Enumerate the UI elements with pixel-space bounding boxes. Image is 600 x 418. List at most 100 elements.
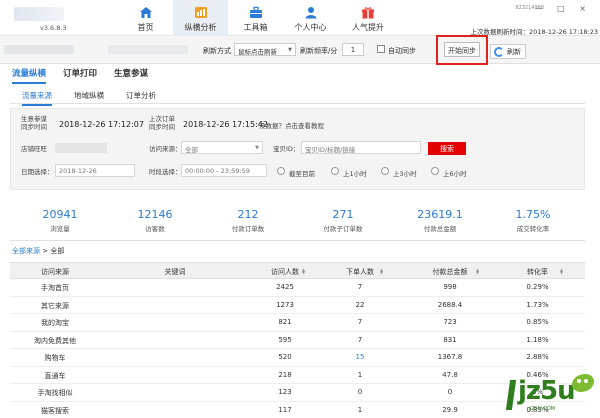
tutorial-link[interactable]: 没数据？点击查看教程 bbox=[259, 122, 324, 130]
radio-last-6h[interactable] bbox=[431, 167, 439, 175]
stat-value: 212 bbox=[237, 208, 259, 221]
cell-source: 手淘找相似 bbox=[37, 389, 73, 397]
nav-home[interactable]: 首页 bbox=[118, 0, 173, 36]
refresh-button-label: 刷新 bbox=[507, 48, 521, 56]
stat-label: 付款订单数 bbox=[231, 225, 265, 233]
divider bbox=[10, 240, 585, 241]
watermark-logo: jz5u JZ5U.COM bbox=[500, 374, 596, 416]
account-redacted bbox=[108, 45, 188, 54]
cell-conversion: 0.29% bbox=[526, 283, 549, 291]
stat-visitors: 12146 访客数 bbox=[115, 208, 195, 233]
radio-last-6h-label: 上6小时 bbox=[443, 170, 467, 178]
refresh-rate-input[interactable]: 1 bbox=[342, 43, 364, 56]
stat-paid-orders: 212 付款订单数 bbox=[208, 208, 288, 233]
sort-icon[interactable]: ▲ ▼ bbox=[560, 268, 563, 275]
table-row[interactable]: 购物车 520 15 1367.8 2.88% bbox=[10, 349, 585, 367]
stat-page-views: 20941 浏览量 bbox=[20, 208, 100, 233]
date-picker[interactable]: 2018-12-26 bbox=[55, 164, 135, 177]
table-row[interactable]: 其它来源 1273 22 2688.4 1.73% bbox=[10, 297, 585, 314]
cell-visitors: 123 bbox=[278, 388, 292, 396]
source-label: 访问来源： bbox=[149, 145, 182, 153]
table-row[interactable]: 直通车 218 1 47.8 0.46% bbox=[10, 367, 585, 384]
cell-buyers: 7 bbox=[357, 283, 363, 291]
user-icon bbox=[305, 7, 316, 19]
cell-buyers: 15 bbox=[355, 353, 365, 361]
order-sync-time: 2018-12-26 17:15:42 bbox=[183, 120, 268, 129]
cell-buyers: 22 bbox=[355, 300, 365, 309]
table-row[interactable]: 手淘找相似 123 0 0 0% bbox=[10, 384, 585, 402]
time-label: 时段选择： bbox=[149, 168, 182, 176]
nav-user-center[interactable]: 个人中心 bbox=[283, 0, 338, 36]
table-header: 访问来源 关键词 访问人数 ▲ ▼ 下单人数 ▲ ▼ 付款总金额 ▲ ▼ 转化率 ▲ ▼ bbox=[10, 262, 585, 279]
stat-value: 23619.1 bbox=[417, 208, 463, 221]
stat-label: 浏览量 bbox=[50, 225, 70, 233]
radio-last-3h-label: 上3小时 bbox=[393, 170, 417, 178]
radio-until-now-label: 截至目前 bbox=[289, 170, 315, 178]
radio-until-now[interactable] bbox=[277, 167, 285, 175]
nav-analysis[interactable]: 纵横分析 bbox=[173, 0, 228, 36]
stat-conversion-rate: 1.75% 成交转化率 bbox=[493, 208, 573, 233]
time-range-picker[interactable]: 00:00:00 - 23:59:59 bbox=[181, 164, 267, 177]
divider bbox=[10, 103, 585, 104]
chevron-down-icon: ▼ bbox=[288, 47, 292, 53]
cell-conversion: 2.88% bbox=[526, 353, 549, 361]
tab-business-advisor[interactable]: 生意参谋 bbox=[114, 67, 148, 84]
auto-sync-checkbox[interactable] bbox=[377, 45, 385, 53]
cell-paid-amount: 0 bbox=[447, 388, 453, 396]
refresh-button[interactable]: 刷新 bbox=[490, 44, 526, 59]
refresh-mode-select[interactable]: 鼠标点击刷新 ▼ bbox=[234, 43, 296, 56]
nav-toolbox[interactable]: 工具箱 bbox=[228, 0, 283, 36]
stat-label: 成交转化率 bbox=[516, 225, 550, 233]
shop-name-redacted-field bbox=[55, 143, 107, 153]
cell-source: 其它来源 bbox=[41, 301, 69, 310]
search-button[interactable]: 搜索 bbox=[428, 142, 466, 155]
stat-paid-sub-orders: 271 付款子订单数 bbox=[303, 208, 383, 233]
sort-icon[interactable]: ▲ ▼ bbox=[380, 268, 383, 275]
col-buyers[interactable]: 下单人数 bbox=[340, 267, 380, 277]
col-keyword: 关键词 bbox=[164, 268, 186, 276]
chat-bubble-icon bbox=[572, 374, 594, 392]
sort-icon[interactable]: ▲ ▼ bbox=[302, 268, 305, 275]
cell-source: 直通车 bbox=[44, 371, 66, 380]
start-sync-button[interactable]: 开始同步 bbox=[444, 42, 480, 57]
refresh-mode-label: 刷新方式 bbox=[203, 47, 231, 55]
cell-paid-amount: 1367.8 bbox=[437, 353, 463, 361]
cell-source: 我的淘宝 bbox=[41, 319, 69, 327]
breadcrumb-current: > 全部 bbox=[42, 247, 65, 255]
top-nav-bar: v3.6.8.3 首页 纵横分析 工具箱 个人中心 人气提升 823214988… bbox=[0, 0, 600, 36]
cell-buyers: 7 bbox=[357, 318, 363, 326]
item-id-input[interactable]: 宝贝ID/标题/链接 bbox=[301, 141, 421, 154]
breadcrumb-all-sources[interactable]: 全部来源 bbox=[12, 247, 40, 255]
source-select[interactable]: 全部 ▼ bbox=[181, 141, 263, 154]
start-sync-highlight: 开始同步 bbox=[436, 35, 488, 65]
cell-paid-amount: 2688.4 bbox=[437, 300, 463, 309]
cell-visitors: 1273 bbox=[276, 300, 294, 309]
refresh-rate-label: 刷新频率/分 bbox=[300, 47, 338, 55]
auto-sync-label: 自动同步 bbox=[388, 47, 416, 55]
item-id-placeholder: 宝贝ID/标题/链接 bbox=[305, 146, 356, 154]
stat-value: 12146 bbox=[137, 208, 173, 221]
nav-analysis-label: 纵横分析 bbox=[184, 23, 217, 32]
cell-paid-amount: 998 bbox=[443, 283, 457, 291]
chevron-down-icon: ▼ bbox=[255, 145, 259, 151]
table-row[interactable]: 手淘首页 2425 7 998 0.29% bbox=[10, 279, 585, 297]
col-paid-amount[interactable]: 付款总金额 bbox=[420, 267, 480, 277]
table-row[interactable]: 我的淘宝 821 7 723 0.85% bbox=[10, 314, 585, 332]
item-id-label: 宝贝ID： bbox=[273, 145, 300, 153]
col-conversion[interactable]: 转化率 bbox=[510, 267, 565, 277]
table-row[interactable]: 淘内免费其他 595 7 831 1.18% bbox=[10, 332, 585, 349]
window-controls[interactable]: — □ × bbox=[535, 4, 592, 13]
cell-buyers: 1 bbox=[357, 405, 363, 414]
tab-order-print[interactable]: 订单打印 bbox=[63, 67, 97, 84]
tab-traffic[interactable]: 流量纵横 bbox=[12, 67, 47, 84]
date-label: 日期选择： bbox=[21, 168, 54, 176]
cell-source: 购物车 bbox=[44, 354, 66, 362]
stat-label: 付款总金额 bbox=[423, 225, 457, 233]
cell-buyers: 7 bbox=[357, 335, 363, 344]
sort-icon[interactable]: ▲ ▼ bbox=[476, 268, 479, 275]
cell-paid-amount: 47.8 bbox=[442, 370, 458, 379]
table-row[interactable]: 猫客搜索 117 1 29.9 0.85% bbox=[10, 402, 585, 418]
radio-last-1h[interactable] bbox=[331, 167, 339, 175]
nav-popularity[interactable]: 人气提升 bbox=[338, 0, 398, 36]
radio-last-3h[interactable] bbox=[381, 167, 389, 175]
